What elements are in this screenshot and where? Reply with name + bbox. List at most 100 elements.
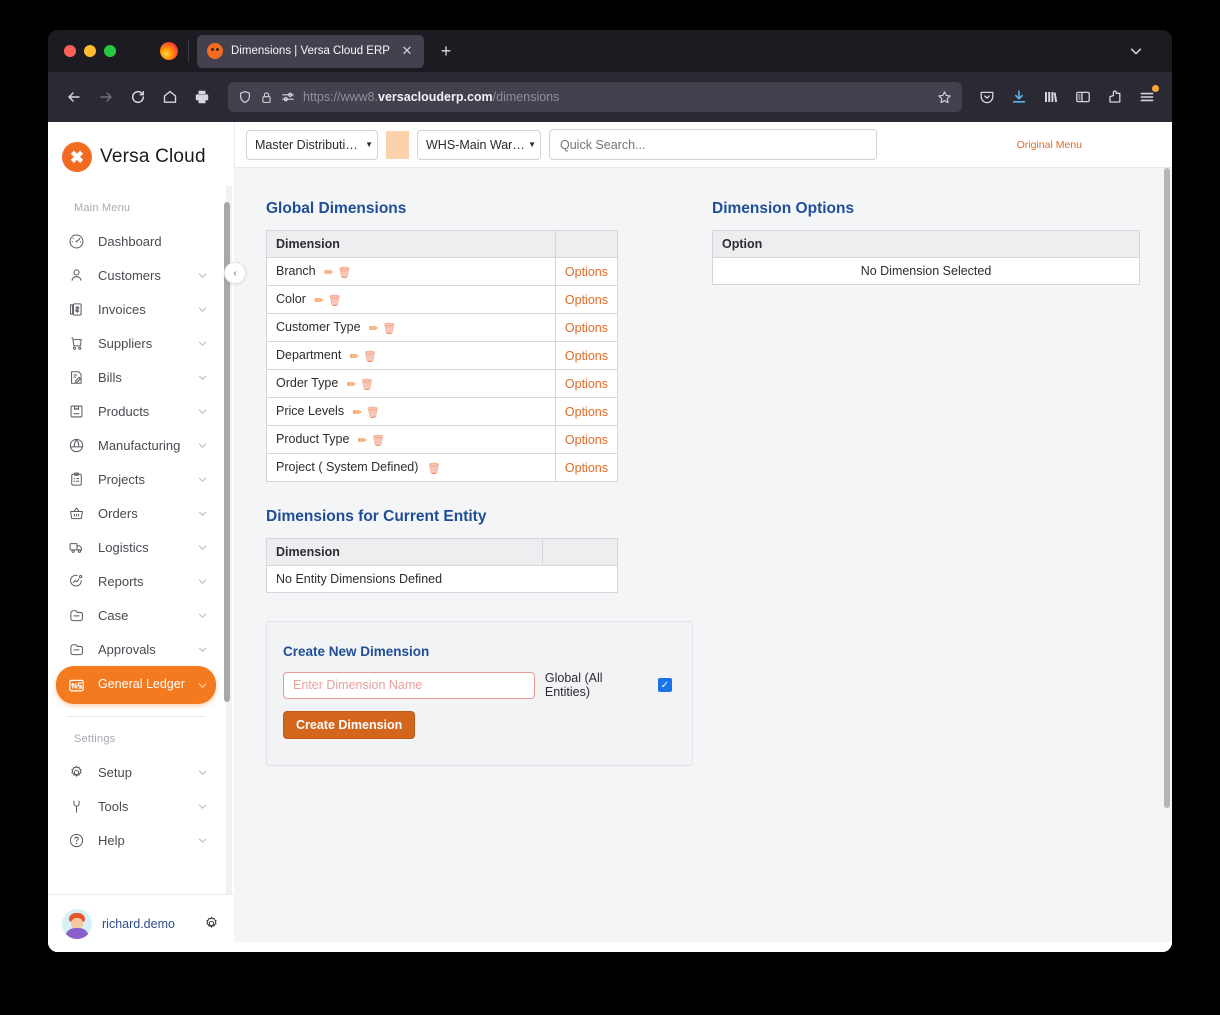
edit-icon[interactable]: ✏ (314, 294, 323, 307)
sidebar-item-help[interactable]: Help (56, 823, 216, 857)
tracking-protection-icon[interactable] (281, 90, 295, 104)
edit-icon[interactable]: ✏ (358, 434, 367, 447)
sidebar-item-logistics[interactable]: Logistics (56, 530, 216, 564)
options-link[interactable]: Options (565, 461, 608, 475)
sidebar-scrollbar-track[interactable] (224, 186, 232, 894)
dimension-name: Price Levels (276, 404, 345, 418)
options-link[interactable]: Options (565, 321, 608, 335)
global-all-entities-checkbox[interactable]: ✓ (658, 678, 672, 692)
app-topbar: Master Distribution I ▼ WHS-Main Warehou… (234, 122, 1172, 168)
sidebar-item-case[interactable]: Case (56, 598, 216, 632)
delete-icon[interactable]: 🗑 (371, 434, 385, 447)
column-header-dimension: Dimension (265, 538, 544, 566)
sidebar-item-dashboard[interactable]: Dashboard (56, 224, 216, 258)
edit-icon[interactable]: ✏ (350, 350, 359, 363)
sidebar-item-bills[interactable]: Bills (56, 360, 216, 394)
options-cell: Options (554, 313, 619, 342)
sidebar-item-products[interactable]: Products (56, 394, 216, 428)
options-cell: Options (554, 257, 619, 286)
sidebar-item-suppliers[interactable]: Suppliers (56, 326, 216, 360)
column-header-dimension: Dimension (266, 230, 556, 258)
original-menu-link[interactable]: Original Menu (1017, 139, 1158, 151)
sidebar-item-customers[interactable]: Customers (56, 258, 216, 292)
table-header-row: Dimension (266, 230, 619, 258)
delete-icon[interactable]: 🗑 (366, 406, 380, 419)
print-icon[interactable] (188, 83, 216, 111)
entity-selector[interactable]: Master Distribution I ▼ (246, 129, 378, 160)
new-tab-button[interactable]: + (432, 37, 460, 65)
sidebar-item-tools[interactable]: Tools (56, 789, 216, 823)
search-input[interactable] (549, 129, 877, 160)
sidebar-item-setup[interactable]: Setup (56, 755, 216, 789)
chevron-down-icon (197, 474, 208, 485)
url-bar[interactable]: https://www8.versaclouderp.com/dimension… (228, 82, 962, 112)
bookmark-star-icon[interactable] (937, 90, 952, 105)
extensions-icon[interactable] (1102, 83, 1128, 111)
minimize-window-button[interactable] (84, 45, 96, 57)
gear-icon[interactable] (203, 915, 220, 932)
options-link[interactable]: Options (565, 265, 608, 279)
sidebar-item-approvals[interactable]: Approvals (56, 632, 216, 666)
dimension-name: Project ( System Defined) (276, 460, 419, 474)
shield-icon[interactable] (238, 90, 252, 104)
options-link[interactable]: Options (565, 377, 608, 391)
sidebar-scroll-area: Main Menu Dashboard Customers Invoices S… (48, 186, 234, 894)
warehouse-selector[interactable]: WHS-Main Warehous ▼ (417, 129, 541, 160)
library-icon[interactable] (1038, 83, 1064, 111)
create-dimension-button[interactable]: Create Dimension (283, 711, 416, 739)
options-link[interactable]: Options (565, 433, 608, 447)
delete-icon[interactable]: 🗑 (337, 266, 351, 279)
back-icon[interactable] (60, 83, 88, 111)
close-window-button[interactable] (64, 45, 76, 57)
sidebar-item-general-ledger[interactable]: General Ledger (56, 666, 216, 704)
browser-tab[interactable]: Dimensions | Versa Cloud ERP ✕ (197, 34, 424, 68)
chevron-down-icon[interactable] (1126, 41, 1146, 61)
maximize-window-button[interactable] (104, 45, 116, 57)
edit-icon[interactable]: ✏ (324, 266, 333, 279)
sidebar-item-reports[interactable]: Reports (56, 564, 216, 598)
close-tab-icon[interactable]: ✕ (398, 42, 416, 60)
app-menu-icon[interactable] (1134, 83, 1160, 111)
options-link[interactable]: Options (565, 349, 608, 363)
dimension-name-input[interactable] (283, 671, 535, 699)
page-viewport: ✖ Versa Cloud Main Menu Dashboard Custom… (48, 122, 1172, 952)
versa-cloud-favicon-icon (207, 43, 223, 59)
sidebar-item-label: Logistics (98, 539, 149, 555)
downloads-icon[interactable] (1006, 83, 1032, 111)
content-scrollbar-thumb[interactable] (1164, 168, 1170, 808)
delete-icon[interactable]: 🗑 (360, 378, 374, 391)
edit-icon[interactable]: ✏ (347, 378, 356, 391)
gear-icon (66, 762, 86, 782)
delete-icon[interactable]: 🗑 (382, 322, 396, 335)
sidebar-item-invoices[interactable]: Invoices (56, 292, 216, 326)
lock-icon[interactable] (260, 91, 273, 104)
pocket-icon[interactable] (974, 83, 1000, 111)
options-link[interactable]: Options (565, 293, 608, 307)
sidebar-collapse-toggle[interactable]: ‹ (224, 262, 246, 284)
manufacturing-icon (66, 435, 86, 455)
entity-selector-value: Master Distribution I (255, 137, 364, 152)
user-name: richard.demo (102, 916, 175, 931)
column-header-actions (554, 230, 619, 258)
delete-icon[interactable]: 🗑 (427, 462, 441, 475)
forward-icon[interactable] (92, 83, 120, 111)
home-icon[interactable] (156, 83, 184, 111)
options-link[interactable]: Options (565, 405, 608, 419)
brand-logo[interactable]: ✖ Versa Cloud (48, 122, 234, 186)
sidebar-item-manufacturing[interactable]: Manufacturing (56, 428, 216, 462)
chevron-down-icon: ▼ (365, 140, 373, 149)
sidebar-item-label: Invoices (98, 301, 146, 317)
create-dimension-title: Create New Dimension (283, 644, 430, 659)
reports-icon (66, 571, 86, 591)
reload-icon[interactable] (124, 83, 152, 111)
sidebars-icon[interactable] (1070, 83, 1096, 111)
sidebar-item-orders[interactable]: Orders (56, 496, 216, 530)
sidebar-item-projects[interactable]: Projects (56, 462, 216, 496)
edit-icon[interactable]: ✏ (369, 322, 378, 335)
edit-icon[interactable]: ✏ (353, 406, 362, 419)
delete-icon[interactable]: 🗑 (363, 350, 377, 363)
options-cell: Options (554, 397, 619, 426)
delete-icon[interactable]: 🗑 (328, 294, 342, 307)
tabstrip-divider (188, 40, 189, 62)
content-scrollbar-track[interactable] (1163, 168, 1172, 952)
